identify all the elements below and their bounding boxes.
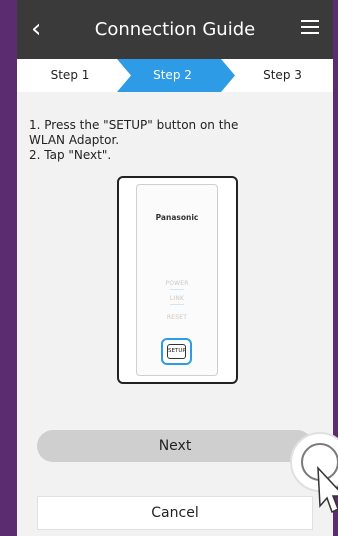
chevron-left-icon[interactable]: ‹	[31, 14, 55, 44]
app-screen: ‹ Connection Guide Step 1 Step 2 Step 3 …	[17, 0, 333, 536]
title-bar: ‹ Connection Guide	[17, 0, 333, 59]
step-3: Step 3	[263, 68, 302, 82]
phone-frame: ‹ Connection Guide Step 1 Step 2 Step 3 …	[0, 0, 338, 536]
cancel-button[interactable]: Cancel	[37, 496, 313, 530]
step-indicator: Step 1 Step 2 Step 3	[17, 59, 333, 92]
link-label: LINK	[169, 295, 185, 302]
reset-label: RESET	[166, 314, 188, 321]
adaptor-body: Panasonic POWER LINK RESET SETUP	[136, 184, 218, 376]
brand-logo: Panasonic	[155, 213, 199, 222]
power-led	[170, 289, 184, 290]
step-2: Step 2	[153, 68, 192, 82]
hamburger-menu-icon[interactable]	[301, 20, 319, 36]
hand-pointer-icon	[317, 466, 338, 514]
setup-button-illustration: SETUP	[167, 344, 186, 359]
power-label: POWER	[165, 280, 189, 287]
instruction-text: 1. Press the "SETUP" button on the WLAN …	[29, 118, 239, 162]
page-title: Connection Guide	[94, 19, 256, 40]
link-led	[170, 304, 184, 305]
setup-highlight: SETUP	[161, 338, 192, 365]
wlan-adaptor-illustration: Panasonic POWER LINK RESET SETUP	[117, 176, 238, 384]
next-button[interactable]: Next	[37, 430, 313, 462]
step-1: Step 1	[50, 68, 90, 82]
